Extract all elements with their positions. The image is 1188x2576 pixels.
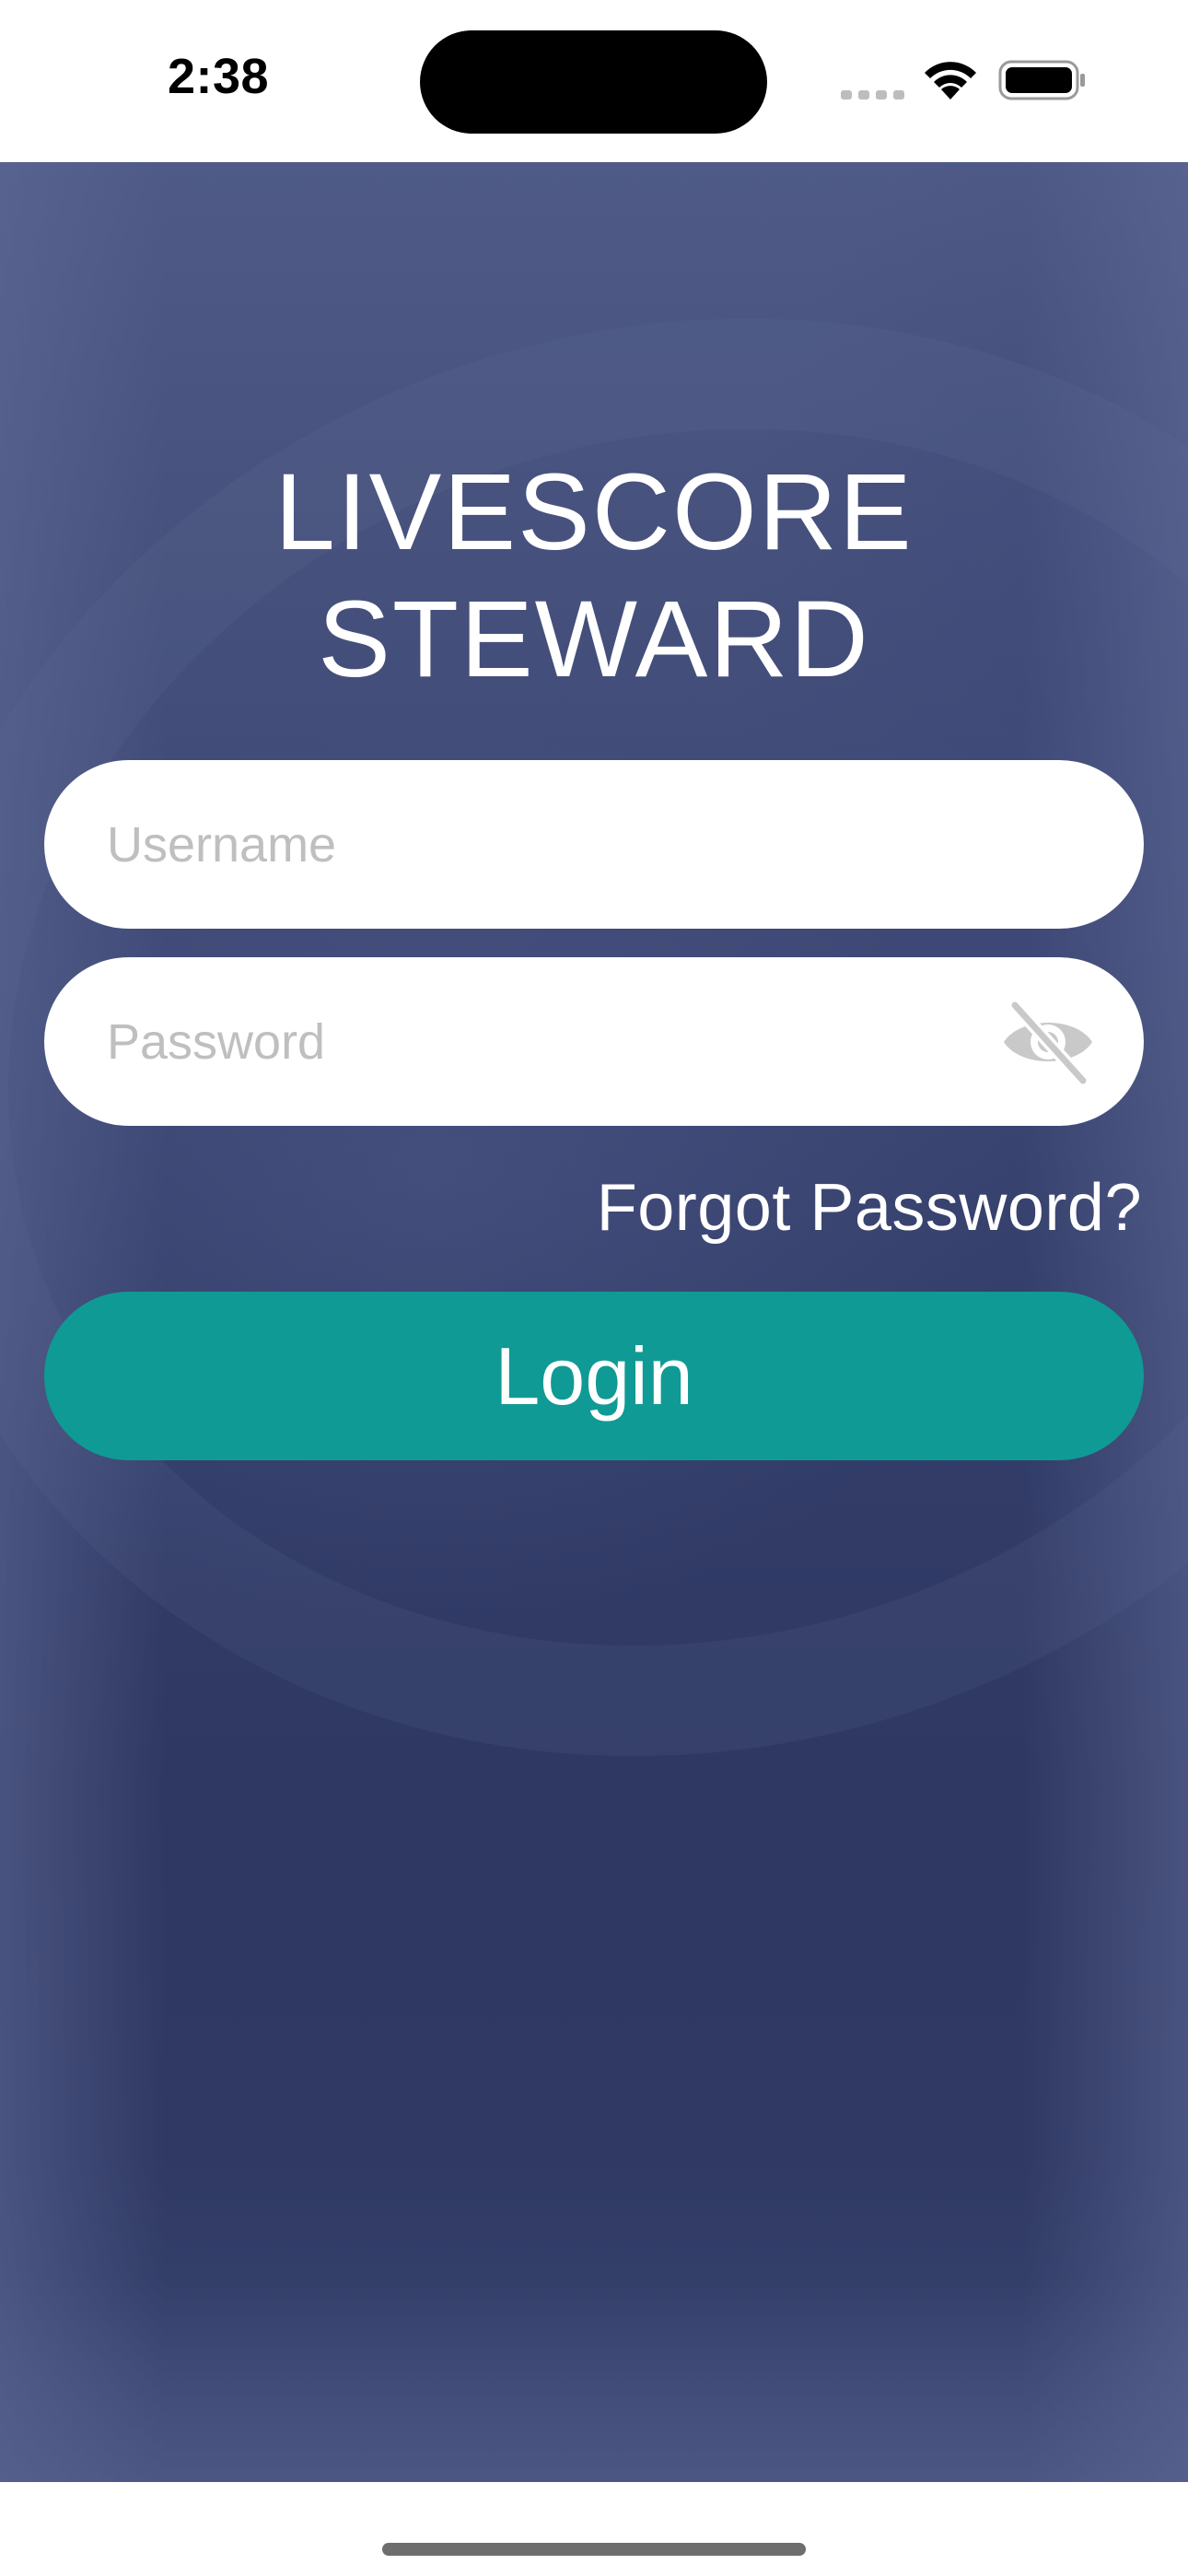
cellular-signal-icon — [841, 88, 905, 100]
login-screen: 2:38 LIVESCORE STEWARD Username Forgot P… — [0, 0, 1188, 2576]
wifi-icon — [925, 62, 976, 100]
app-title-line1: LIVESCORE — [274, 451, 914, 573]
forgot-password-link[interactable]: Forgot Password? — [597, 1170, 1142, 1246]
status-time: 2:38 — [168, 49, 270, 104]
dynamic-island — [420, 30, 767, 134]
password-input[interactable] — [107, 957, 1009, 1126]
login-button[interactable]: Login — [44, 1292, 1144, 1460]
home-area — [0, 2482, 1188, 2576]
username-field[interactable] — [44, 760, 1144, 929]
app-title-line2: STEWARD — [318, 579, 870, 700]
status-bar: 2:38 — [0, 0, 1188, 162]
password-field[interactable] — [44, 957, 1144, 1126]
home-indicator[interactable] — [382, 2543, 806, 2556]
username-input[interactable] — [107, 760, 1009, 929]
eye-slash-icon[interactable] — [996, 998, 1100, 1086]
battery-icon — [998, 60, 1085, 100]
